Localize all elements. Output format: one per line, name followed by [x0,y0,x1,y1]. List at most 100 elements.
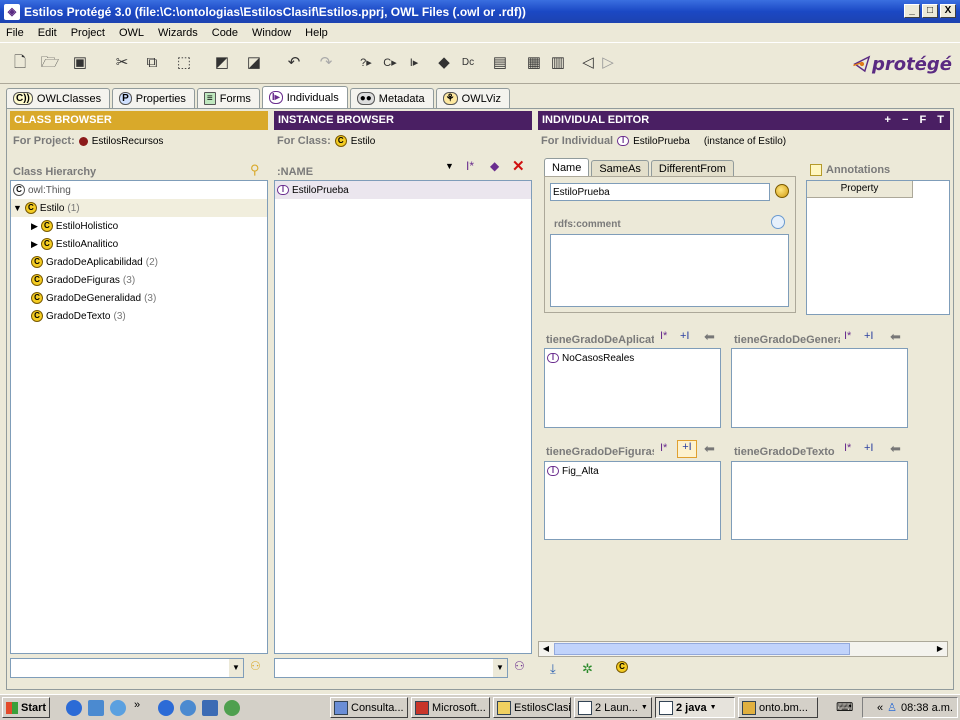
tree-node-gradodeaplicabilidad[interactable]: C GradoDeAplicabilidad (2) [11,253,267,271]
delete-instance-icon[interactable]: ✕ [512,157,525,175]
class-search-combo[interactable]: ▼ [10,658,244,678]
slot-value-row[interactable]: I NoCasosReales [545,349,720,367]
remove-value-icon[interactable]: ⬅ [890,441,901,457]
reasoner-icon[interactable]: ◆ [434,53,454,73]
cube-add-icon[interactable]: ◩ [212,53,232,73]
menu-code[interactable]: Code [212,27,238,39]
cube-remove-icon[interactable]: ◪ [244,53,264,73]
table-icon[interactable]: ▥ [548,53,568,73]
tray-chevron-icon[interactable]: « [877,702,883,714]
dropdown-arrow-icon[interactable]: ▼ [229,659,243,677]
remove-value-icon[interactable]: ⬅ [704,329,715,345]
property-column-header[interactable]: Property [807,181,913,198]
task-consulta[interactable]: Consulta... [330,697,408,718]
tab-properties[interactable]: P Properties [112,88,195,108]
copy-icon[interactable]: ⧉ [142,53,162,73]
diamond-icon[interactable]: ◆ [490,159,499,173]
instance-form-icon[interactable]: I▸ [404,53,424,73]
create-value-icon[interactable]: I* [844,442,851,454]
start-button[interactable]: Start [2,697,50,718]
paste-icon[interactable]: ⬚ [174,53,194,73]
remove-value-icon[interactable]: ⬅ [704,441,715,457]
ie2-quicklaunch-icon[interactable] [158,700,174,716]
instance-search-combo[interactable]: ▼ [274,658,508,678]
comment-language-icon[interactable] [771,215,785,229]
tab-forms[interactable]: ≡ Forms [196,88,260,108]
undo-icon[interactable]: ↶ [284,53,304,73]
create-value-icon[interactable]: I* [844,330,851,342]
class-change-icon[interactable]: C [616,660,628,673]
find-class-icon[interactable]: ⚲ [250,162,260,178]
keyboard-icon[interactable]: ⌨ [836,700,853,714]
tab-owlviz[interactable]: ⚘ OWLViz [435,88,510,108]
task-java[interactable]: 2 java ▼ [655,697,735,718]
menu-owl[interactable]: OWL [119,27,144,39]
tree-node-gradodefiguras[interactable]: C GradoDeFiguras (3) [11,271,267,289]
close-button[interactable]: X [940,4,956,18]
classify-icon[interactable]: Dc [458,53,478,73]
import-icon[interactable]: ⤓ [550,661,556,677]
binoculars-icon[interactable]: ⚇ [514,659,525,673]
class-form-icon[interactable]: C▸ [380,53,400,73]
scrollbar-thumb[interactable] [554,643,850,655]
subtab-differentfrom[interactable]: DifferentFrom [650,160,734,176]
task-microsoft[interactable]: Microsoft... [411,697,490,718]
new-project-icon[interactable]: 🗋 [10,53,30,73]
slot-value-row[interactable]: I Fig_Alta [545,462,720,480]
query-icon[interactable]: ?▸ [356,53,376,73]
ie3-quicklaunch-icon[interactable] [180,700,196,716]
menu-project[interactable]: Project [71,27,105,39]
document-icon[interactable]: ▤ [490,53,510,73]
scroll-right-icon[interactable]: ▶ [933,642,947,656]
subtab-sameas[interactable]: SameAs [591,160,649,176]
tree-node-gradodegeneralidad[interactable]: C GradoDeGeneralidad (3) [11,289,267,307]
expanded-arrow-icon[interactable]: ▼ [13,203,22,213]
tool-quicklaunch-icon[interactable] [224,700,240,716]
instance-row[interactable]: I EstiloPrueba [275,181,531,199]
save-project-icon[interactable]: ▣ [70,53,90,73]
desktop-quicklaunch-icon[interactable] [202,700,218,716]
tab-owlclasses[interactable]: C)) OWLClasses [6,88,111,108]
ie-quicklaunch-icon[interactable] [66,700,82,716]
forward-arrow-icon[interactable]: ▷ [598,53,618,73]
binoculars-icon[interactable]: ⚇ [250,659,261,673]
collapsed-arrow-icon[interactable]: ▶ [31,221,38,232]
task-estilosclasif[interactable]: EstilosClasif [493,697,571,718]
form-layout-icon[interactable]: ▦ [524,53,544,73]
language-globe-icon[interactable] [775,184,789,198]
add-value-icon[interactable]: +I [864,330,873,342]
tree-node-estiloholistico[interactable]: ▶ C EstiloHolistico [11,217,267,235]
menu-edit[interactable]: Edit [38,27,57,39]
menu-help[interactable]: Help [305,27,328,39]
create-value-icon[interactable]: I* [660,442,667,454]
f-button[interactable]: F [919,114,926,126]
minimize-button[interactable]: _ [904,4,920,18]
create-instance-icon[interactable]: I* [466,159,474,173]
collapsed-arrow-icon[interactable]: ▶ [31,239,38,250]
remove-button[interactable]: − [902,114,908,126]
media-quicklaunch-icon[interactable] [110,700,126,716]
tab-individuals[interactable]: I▸ Individuals [261,86,348,108]
scroll-left-icon[interactable]: ◀ [539,642,553,656]
redo-icon[interactable]: ↷ [316,53,336,73]
tree-node-owl-thing[interactable]: C owl:Thing [11,181,267,199]
task-onto-bmp[interactable]: onto.bm... [738,697,818,718]
rdfs-comment-field[interactable] [550,234,789,307]
cut-icon[interactable]: ✂ [112,53,132,73]
task-launcher[interactable]: 2 Laun... ▼ [574,697,652,718]
add-value-icon[interactable]: +I [864,442,873,454]
subtab-name[interactable]: Name [544,158,590,176]
network-icon[interactable]: ♙ [887,701,897,714]
name-field[interactable] [550,183,770,201]
add-button[interactable]: + [884,114,890,126]
quicklaunch-chevron-icon[interactable]: » [134,699,140,711]
tree-node-gradodetexto[interactable]: C GradoDeTexto (3) [11,307,267,325]
create-value-icon[interactable]: I* [660,330,667,342]
sort-dropdown-icon[interactable]: ▼ [445,161,454,171]
remove-value-icon[interactable]: ⬅ [890,329,901,345]
horizontal-scrollbar[interactable]: ◀ ▶ [538,641,948,657]
menu-file[interactable]: File [6,27,24,39]
add-value-icon[interactable]: +I [680,330,689,342]
dropdown-arrow-icon[interactable]: ▼ [493,659,507,677]
tab-metadata[interactable]: ●● Metadata [349,88,434,108]
